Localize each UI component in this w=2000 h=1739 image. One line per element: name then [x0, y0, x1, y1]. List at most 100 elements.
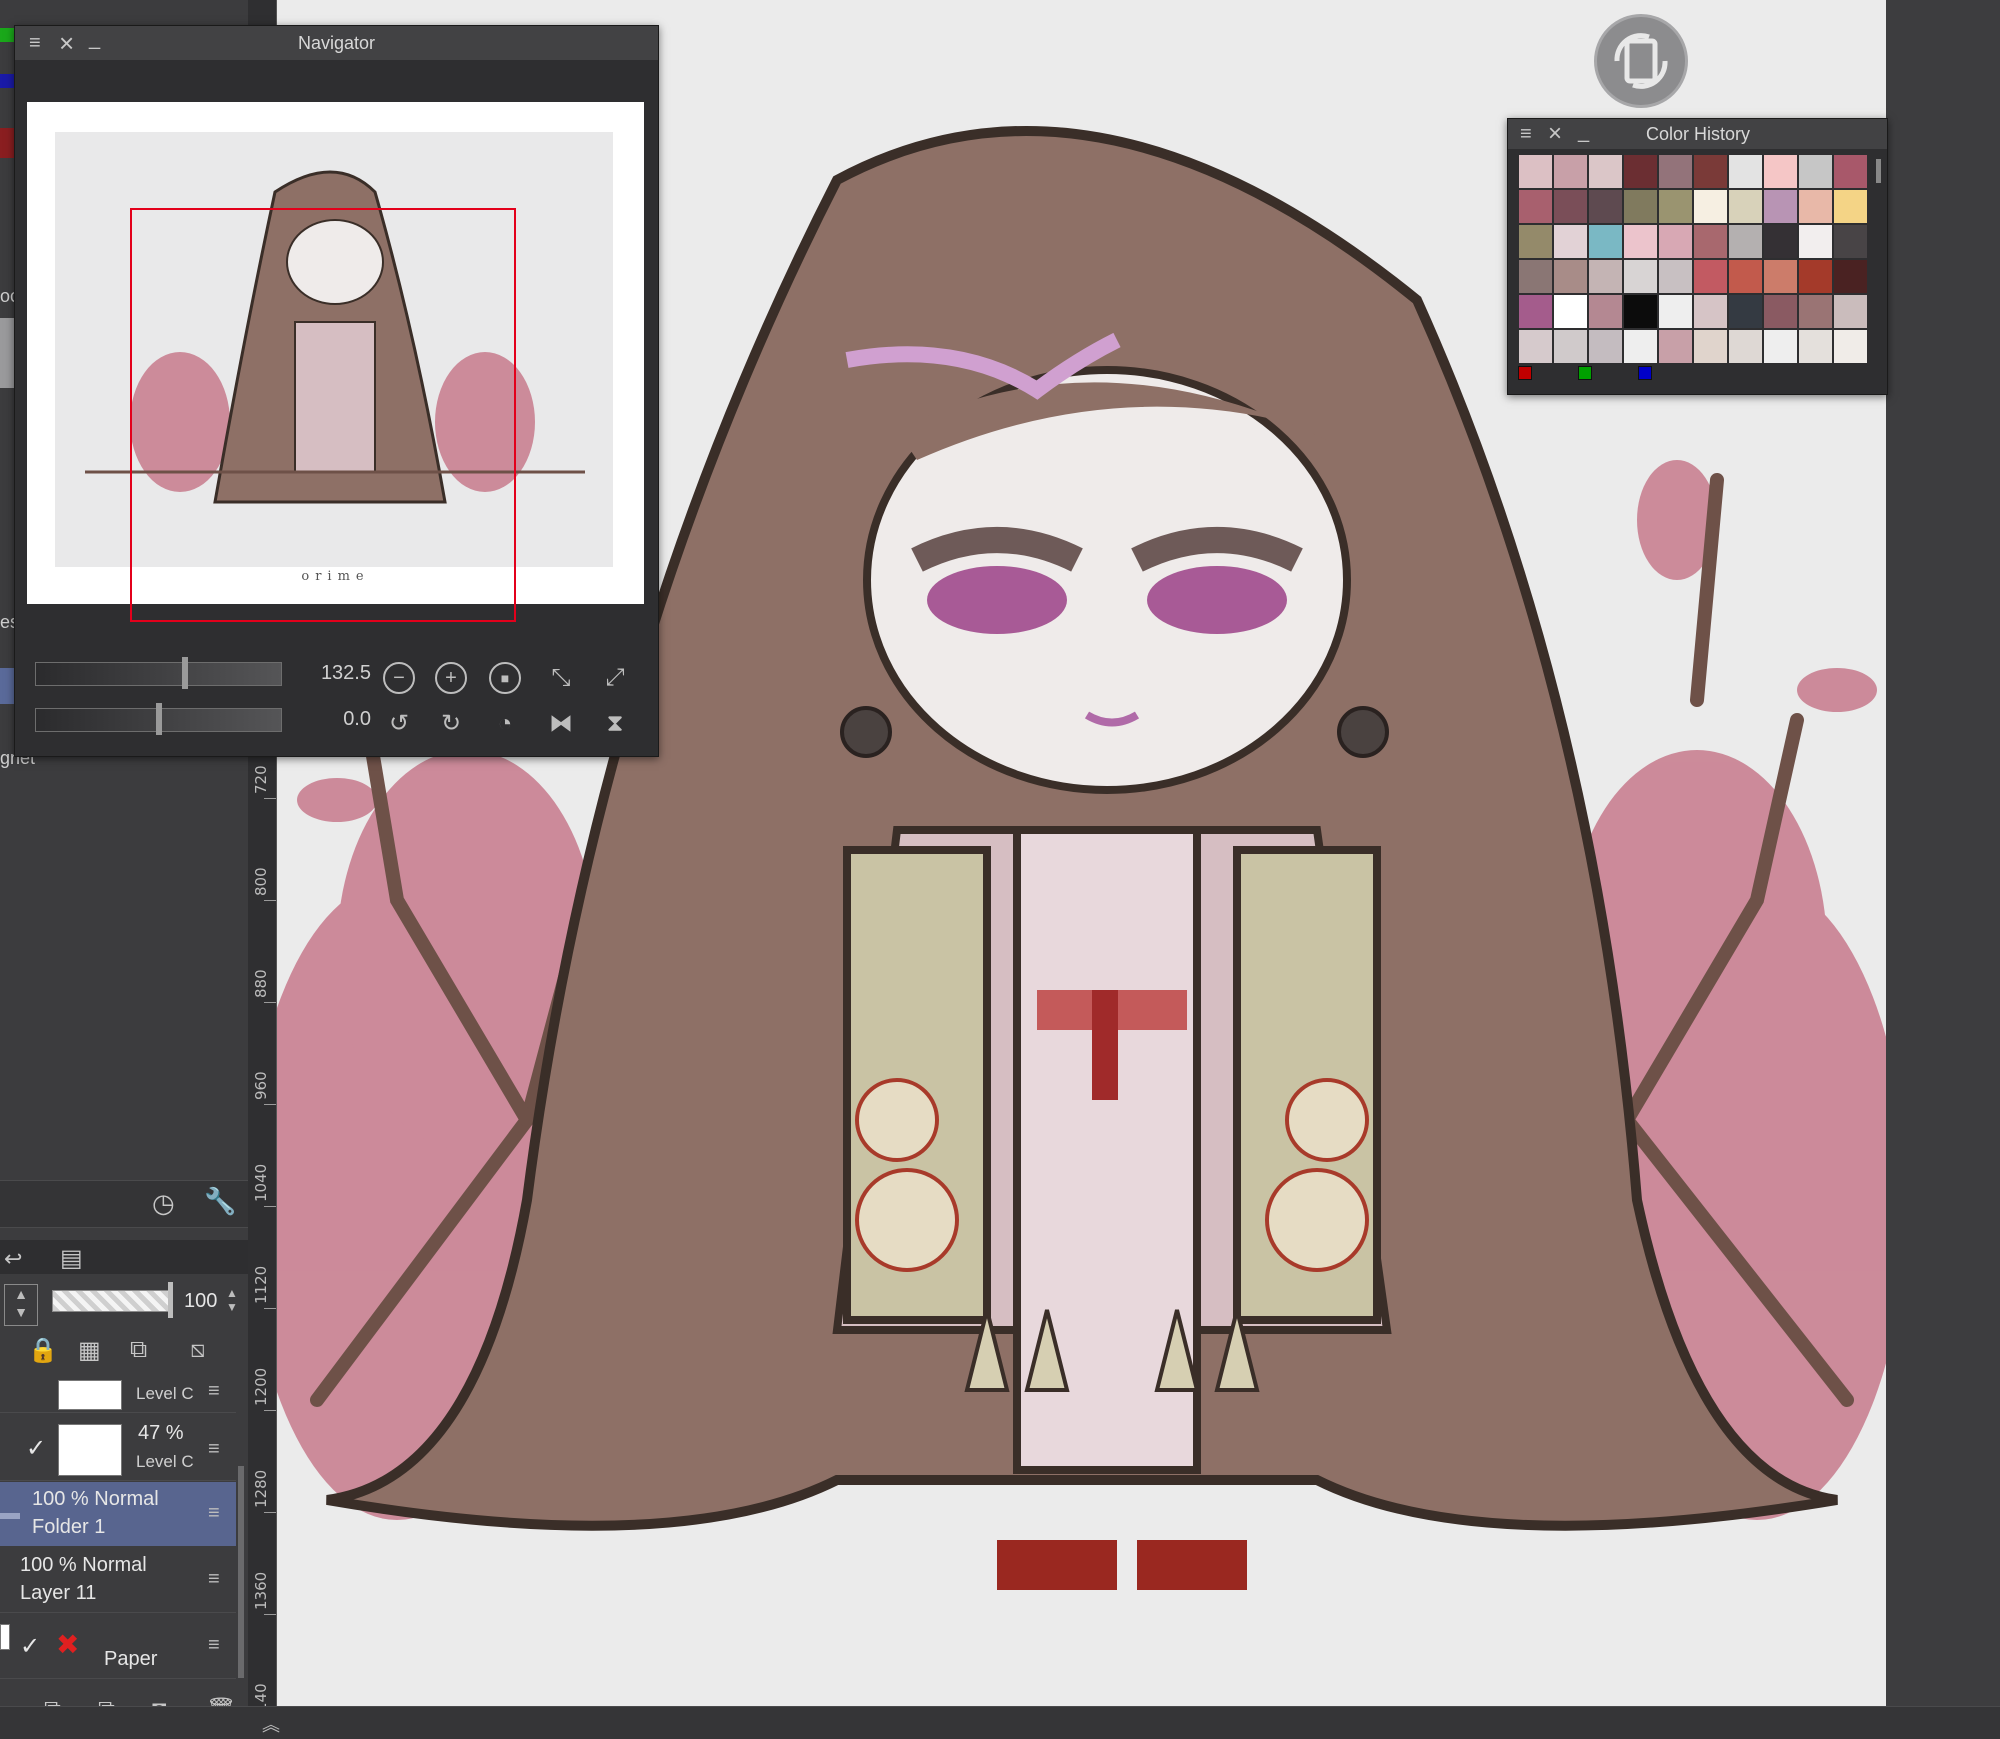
color-swatch[interactable] — [1624, 295, 1657, 328]
mini-swatch-green[interactable] — [1578, 366, 1592, 380]
color-swatch[interactable] — [1589, 225, 1622, 258]
layer-row-level-c[interactable]: ✓ 47 % Level C ≡ — [0, 1414, 236, 1481]
color-swatch[interactable] — [1694, 260, 1727, 293]
layer-row-folder-1[interactable]: ▬ 100 % Normal Folder 1 ≡ — [0, 1482, 236, 1546]
color-swatch[interactable] — [1764, 225, 1797, 258]
color-swatch[interactable] — [1659, 155, 1692, 188]
opacity-slider-handle[interactable] — [168, 1282, 173, 1318]
mini-swatch-red[interactable] — [1518, 366, 1532, 380]
opacity-slider[interactable] — [52, 1290, 172, 1312]
color-swatch[interactable] — [1694, 155, 1727, 188]
layer-row-layer-11[interactable]: 100 % Normal Layer 11 ≡ — [0, 1548, 236, 1613]
color-swatch[interactable] — [1694, 295, 1727, 328]
color-swatch[interactable] — [1729, 260, 1762, 293]
zoom-slider-handle[interactable] — [182, 657, 188, 689]
opacity-stepper-icon[interactable]: ▲ ▼ — [226, 1286, 238, 1314]
color-swatch[interactable] — [1554, 225, 1587, 258]
rotate-left-icon[interactable]: ↺ — [383, 708, 415, 740]
visibility-check-icon[interactable]: ✓ — [26, 1434, 46, 1463]
layer-row-paper[interactable]: ✓ ✖ Paper ≡ — [0, 1614, 236, 1679]
color-swatch[interactable] — [1554, 155, 1587, 188]
left-scrollbar[interactable] — [0, 318, 14, 388]
color-swatch[interactable] — [1519, 260, 1552, 293]
color-swatch[interactable] — [1624, 260, 1657, 293]
color-swatch[interactable] — [1624, 330, 1657, 363]
layer-menu-icon[interactable]: ≡ — [208, 1568, 220, 1591]
color-swatch[interactable] — [1659, 295, 1692, 328]
clipping-icon[interactable]: ⧉ — [130, 1336, 147, 1364]
color-swatch[interactable] — [1834, 260, 1867, 293]
color-swatch[interactable] — [1799, 155, 1832, 188]
color-swatch[interactable] — [1834, 295, 1867, 328]
color-swatch[interactable] — [1694, 190, 1727, 223]
color-swatch[interactable] — [1659, 190, 1692, 223]
color-swatch[interactable] — [1799, 190, 1832, 223]
panel-menu-icon[interactable]: ≡ — [1520, 119, 1532, 149]
color-swatch[interactable] — [1764, 260, 1797, 293]
color-swatch[interactable] — [1519, 225, 1552, 258]
navigator-preview[interactable]: orime — [27, 102, 644, 622]
layer-menu-icon[interactable]: ≡ — [208, 1438, 220, 1461]
reset-rotation-icon[interactable]: ◔ — [489, 708, 521, 740]
rotate-canvas-button[interactable] — [1594, 14, 1688, 108]
color-swatch[interactable] — [1519, 295, 1552, 328]
mini-swatch-blue[interactable] — [1638, 366, 1652, 380]
visibility-check-icon[interactable]: ✓ — [20, 1632, 40, 1661]
expand-up-icon[interactable]: ︽ — [262, 1711, 280, 1737]
color-swatch[interactable] — [1554, 190, 1587, 223]
color-swatch[interactable] — [1624, 190, 1657, 223]
color-swatch[interactable] — [1764, 155, 1797, 188]
color-swatch[interactable] — [1799, 225, 1832, 258]
close-icon[interactable]: × — [59, 26, 74, 60]
color-swatch[interactable] — [1554, 295, 1587, 328]
color-swatch[interactable] — [1799, 295, 1832, 328]
zoom-out-icon[interactable]: − — [383, 662, 415, 694]
color-swatch[interactable] — [1659, 330, 1692, 363]
layer-scrollbar[interactable] — [238, 1466, 244, 1678]
rotation-slider[interactable] — [35, 703, 282, 735]
rotation-slider-handle[interactable] — [156, 703, 162, 735]
color-swatch[interactable] — [1659, 260, 1692, 293]
actual-size-icon[interactable]: ■ — [489, 662, 521, 694]
color-swatch[interactable] — [1799, 330, 1832, 363]
layer-menu-icon[interactable]: ≡ — [208, 1502, 220, 1525]
color-swatch[interactable] — [1589, 295, 1622, 328]
color-swatch[interactable] — [1764, 330, 1797, 363]
swatch-scrollbar[interactable] — [1876, 159, 1881, 183]
color-swatch[interactable] — [1834, 330, 1867, 363]
color-swatch[interactable] — [1624, 155, 1657, 188]
minimize-icon[interactable]: _ — [89, 22, 100, 56]
rotate-right-icon[interactable]: ↻ — [435, 708, 467, 740]
layer-tab-icon[interactable]: ▤ — [60, 1244, 83, 1273]
lock-icon[interactable]: 🔒 — [28, 1336, 58, 1365]
layer-menu-icon[interactable]: ≡ — [208, 1380, 220, 1403]
fit-window-icon[interactable]: ⤢ — [599, 662, 631, 694]
color-swatch[interactable] — [1834, 225, 1867, 258]
color-swatch[interactable] — [1589, 330, 1622, 363]
blend-stepper[interactable]: ▲ ▼ — [4, 1284, 38, 1326]
color-swatch[interactable] — [1834, 190, 1867, 223]
minimize-icon[interactable]: _ — [1578, 119, 1589, 149]
color-swatch[interactable] — [1729, 330, 1762, 363]
zoom-value[interactable]: 132.5 — [281, 662, 371, 685]
color-swatch[interactable] — [1694, 225, 1727, 258]
layer-menu-icon[interactable]: ≡ — [208, 1634, 220, 1657]
color-history-title-bar[interactable]: Color History — [1508, 119, 1887, 149]
wrench-icon[interactable]: 🔧 — [204, 1186, 236, 1217]
color-swatch[interactable] — [1729, 155, 1762, 188]
color-swatch[interactable] — [1729, 190, 1762, 223]
clock-icon[interactable]: ◷ — [152, 1188, 175, 1219]
color-swatch[interactable] — [1764, 190, 1797, 223]
color-swatch[interactable] — [1519, 330, 1552, 363]
opacity-value[interactable]: 100 — [184, 1290, 217, 1313]
color-swatch[interactable] — [1799, 260, 1832, 293]
color-swatch[interactable] — [1554, 330, 1587, 363]
zoom-in-icon[interactable]: + — [435, 662, 467, 694]
color-swatch[interactable] — [1659, 225, 1692, 258]
panel-menu-icon[interactable]: ≡ — [29, 26, 41, 60]
color-swatch[interactable] — [1729, 295, 1762, 328]
reference-icon[interactable]: ⧅ — [190, 1336, 205, 1364]
zoom-slider[interactable] — [35, 657, 282, 689]
color-swatch[interactable] — [1519, 190, 1552, 223]
color-swatch[interactable] — [1729, 225, 1762, 258]
